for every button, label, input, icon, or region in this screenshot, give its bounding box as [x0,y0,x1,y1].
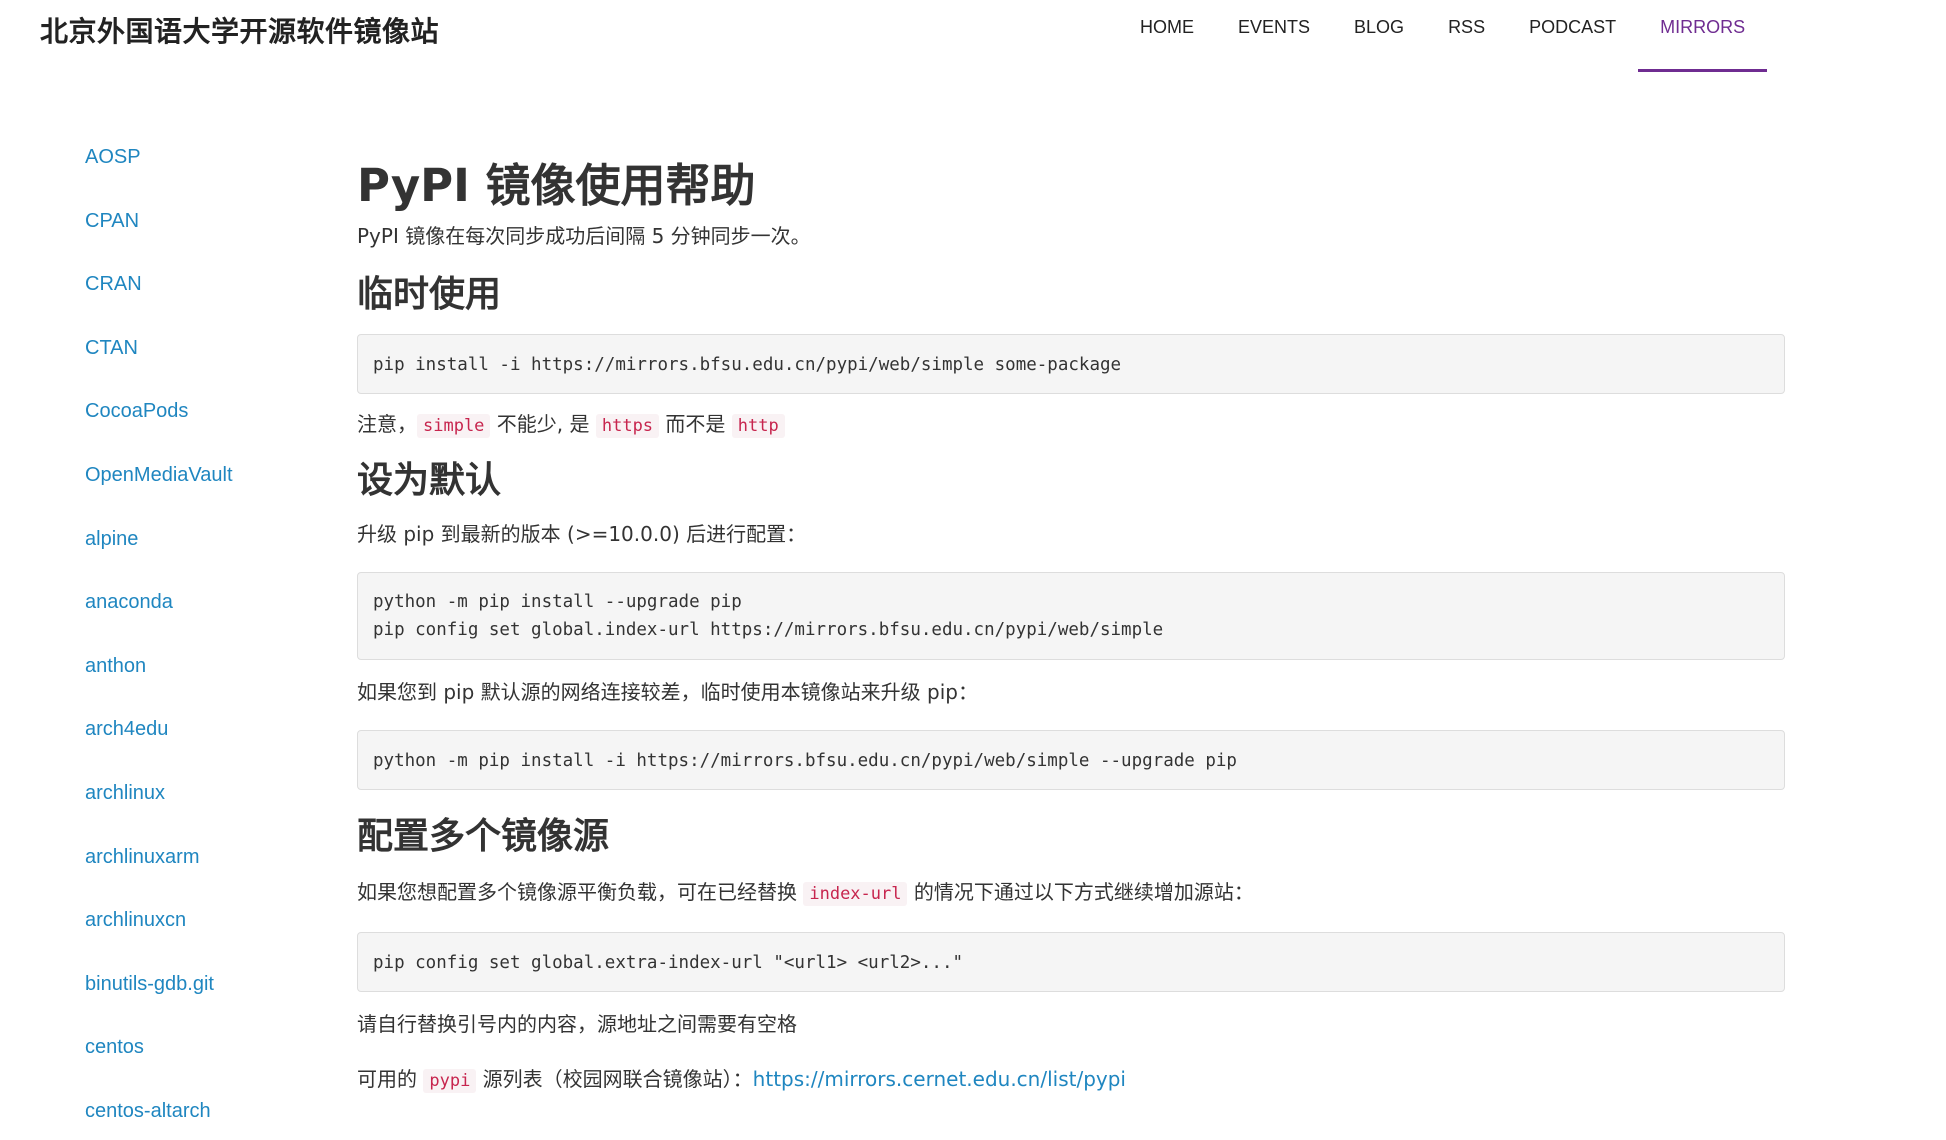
code-line[interactable]: pip config set global.extra-index-url "<… [373,949,1769,977]
page-title: PyPI 镜像使用帮助 [357,159,756,212]
code-block-extra-index: pip config set global.extra-index-url "<… [357,932,1785,992]
code-block-upgrade-pip: python -m pip install -i https://mirrors… [357,730,1785,790]
inline-code-http: http [731,414,785,438]
sidebar-item-anaconda[interactable]: anaconda [85,591,315,655]
note-text: 注意， [357,412,417,436]
nav-podcast[interactable]: PODCAST [1507,0,1638,72]
code-line[interactable]: python -m pip install -i https://mirrors… [373,747,1769,775]
main-content: PyPI 镜像使用帮助 PyPI 镜像在每次同步成功后间隔 5 分钟同步一次。 … [357,150,1785,1095]
inline-code-https: https [595,414,660,438]
code-block-set-default: python -m pip install --upgrade pip pip … [357,572,1785,660]
code-line[interactable]: python -m pip install --upgrade pip [373,588,1769,616]
sidebar-item-cpan[interactable]: CPAN [85,210,315,274]
inline-code-simple: simple [417,414,491,438]
nav-rss[interactable]: RSS [1426,0,1507,72]
section-heading-default: 设为默认 [357,460,502,501]
available-sources: 可用的 pypi 源列表（校园网联合镜像站）：https://mirrors.c… [357,1065,1785,1095]
replace-note: 请自行替换引号内的内容，源地址之间需要有空格 [357,1012,797,1036]
cernet-pypi-link[interactable]: https://mirrors.cernet.edu.cn/list/pypi [753,1067,1126,1091]
sidebar-item-archlinuxarm[interactable]: archlinuxarm [85,846,315,910]
sidebar-item-openmediavault[interactable]: OpenMediaVault [85,464,315,528]
site-header: 北京外国语大学开源软件镜像站 HOME EVENTS BLOG RSS PODC… [0,0,1946,72]
nav-blog[interactable]: BLOG [1332,0,1426,72]
code-line[interactable]: pip config set global.index-url https://… [373,616,1769,644]
sidebar-item-archlinux[interactable]: archlinux [85,782,315,846]
code-line[interactable]: pip install -i https://mirrors.bfsu.edu.… [373,351,1769,379]
avail-text: 源列表（校园网联合镜像站）： [476,1067,753,1091]
sidebar-item-binutils-gdb[interactable]: binutils-gdb.git [85,973,315,1037]
code-block-temp-install: pip install -i https://mirrors.bfsu.edu.… [357,334,1785,394]
sidebar-item-centos[interactable]: centos [85,1036,315,1100]
page: 北京外国语大学开源软件镜像站 HOME EVENTS BLOG RSS PODC… [0,0,1946,1140]
sidebar-item-cocoapods[interactable]: CocoaPods [85,400,315,464]
nav-mirrors[interactable]: MIRRORS [1638,0,1768,72]
intro-text: PyPI 镜像在每次同步成功后间隔 5 分钟同步一次。 [357,224,811,248]
upgrade-pip-instruction: 如果您到 pip 默认源的网络连接较差，临时使用本镜像站来升级 pip： [357,680,978,704]
multi-text: 的情况下通过以下方式继续增加源站： [907,880,1254,904]
sidebar-item-ctan[interactable]: CTAN [85,337,315,401]
sidebar-item-alpine[interactable]: alpine [85,528,315,592]
nav-events[interactable]: EVENTS [1216,0,1332,72]
default-instruction: 升级 pip 到最新的版本 (>=10.0.0) 后进行配置： [357,522,807,546]
sidebar-item-arch4edu[interactable]: arch4edu [85,718,315,782]
inline-code-index-url: index-url [803,882,908,906]
sidebar-item-centos-altarch[interactable]: centos-altarch [85,1100,315,1140]
mirror-sidebar: AOSP CPAN CRAN CTAN CocoaPods OpenMediaV… [85,146,315,1140]
main-nav: HOME EVENTS BLOG RSS PODCAST MIRRORS [1118,0,1768,72]
nav-home[interactable]: HOME [1118,0,1216,72]
avail-text: 可用的 [357,1067,424,1091]
multi-text: 如果您想配置多个镜像源平衡负载，可在已经替换 [357,880,804,904]
sidebar-item-archlinuxcn[interactable]: archlinuxcn [85,909,315,973]
sidebar-item-anthon[interactable]: anthon [85,655,315,719]
multi-instruction: 如果您想配置多个镜像源平衡负载，可在已经替换 index-url 的情况下通过以… [357,878,1785,908]
note-text: 而不是 [659,412,732,436]
sidebar-item-cran[interactable]: CRAN [85,273,315,337]
temp-use-note: 注意， simple 不能少, 是 https 而不是 http [357,410,1785,440]
section-heading-multi: 配置多个镜像源 [357,816,610,857]
section-heading-temp-use: 临时使用 [357,274,502,315]
sidebar-item-aosp[interactable]: AOSP [85,146,315,210]
note-text: 不能少, 是 [490,412,596,436]
inline-code-pypi: pypi [423,1069,477,1093]
site-title[interactable]: 北京外国语大学开源软件镜像站 [40,10,439,50]
